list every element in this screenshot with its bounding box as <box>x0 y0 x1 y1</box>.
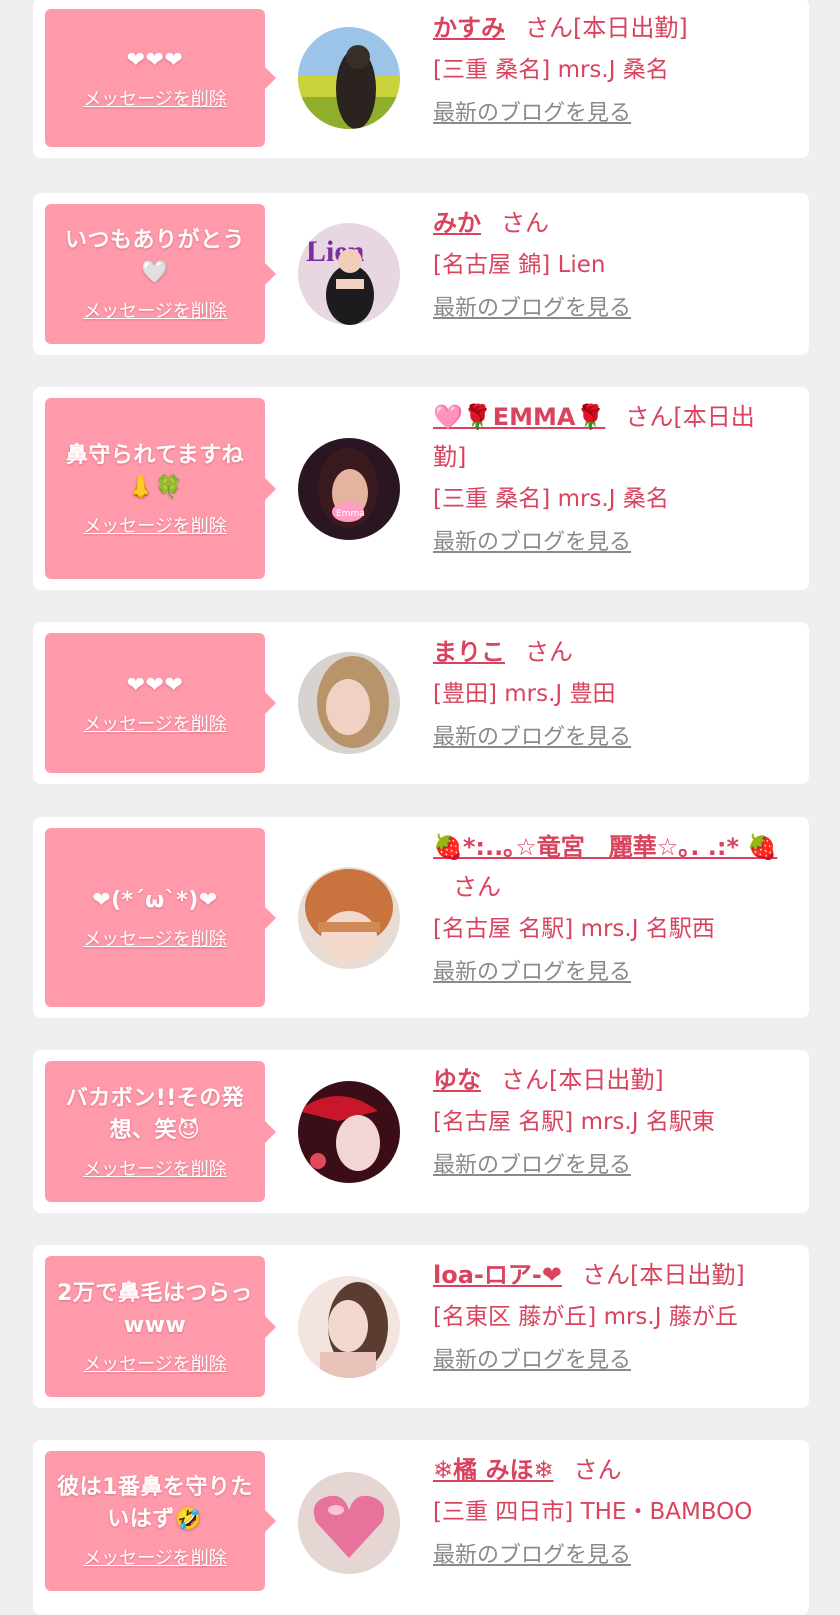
shop-label: [名古屋 名駅] mrs.J 名駅東 <box>433 1109 715 1135</box>
card-info: 🩷🌹EMMA🌹 さん[本日出勤] [三重 桑名] mrs.J 桑名 最新のブログを… <box>433 397 785 559</box>
message-text: ❤(*´ω`*)❤ <box>92 887 218 913</box>
avatar[interactable] <box>298 1080 400 1183</box>
message-text: 2万で鼻毛はつらっ www <box>57 1280 253 1338</box>
delete-message-link[interactable]: メッセージを削除 <box>83 1350 227 1376</box>
delete-message-link[interactable]: メッセージを削除 <box>83 925 227 951</box>
shop-label: [三重 四日市] THE・BAMBOO <box>433 1499 753 1525</box>
latest-blog-link[interactable]: 最新のブログを見る <box>433 1345 631 1377</box>
avatar[interactable] <box>298 27 400 129</box>
latest-blog-link[interactable]: 最新のブログを見る <box>433 722 631 754</box>
message-text: 鼻守られてますね 👃🍀 <box>65 442 245 500</box>
message-list: ❤❤❤ メッセージを削除 かすみ さん[本日出勤] [三重 桑名] mrs.J 桑… <box>0 0 840 1615</box>
latest-blog-link[interactable]: 最新のブログを見る <box>433 1540 631 1572</box>
latest-blog-link[interactable]: 最新のブログを見る <box>433 293 631 325</box>
card-info: ❄橘 みほ❄ さん [三重 四日市] THE・BAMBOO 最新のブログを見る <box>433 1450 785 1572</box>
cast-suffix: さん <box>453 873 501 901</box>
message-bubble: 彼は1番鼻を守りた いはず🤣 メッセージを削除 <box>45 1451 276 1591</box>
shop-label: [名東区 藤が丘] mrs.J 藤が丘 <box>433 1304 738 1330</box>
shop-label: [三重 桑名] mrs.J 桑名 <box>433 57 669 83</box>
cast-name-link[interactable]: ❄橘 みほ❄ <box>433 1456 554 1484</box>
cast-name-link[interactable]: まりこ <box>433 638 505 666</box>
card-info: みか さん [名古屋 錦] Lien 最新のブログを見る <box>433 203 785 325</box>
message-card: ❤❤❤ メッセージを削除 かすみ さん[本日出勤] [三重 桑名] mrs.J 桑… <box>33 0 809 158</box>
cast-suffix: さん[本日出勤] <box>501 1066 664 1094</box>
message-card: ❤(*´ω`*)❤ メッセージを削除 🍓*:..｡☆竜宮 麗華☆｡. .:* 🍓… <box>33 817 809 1018</box>
message-text: 彼は1番鼻を守りた いはず🤣 <box>57 1475 253 1532</box>
message-bubble: ❤❤❤ メッセージを削除 <box>45 9 276 147</box>
cast-suffix: さん[本日出勤] <box>525 14 688 42</box>
message-text: いつもありがとう 🤍 <box>64 228 245 285</box>
cast-suffix: さん[本日出勤] <box>581 1261 745 1289</box>
delete-message-link[interactable]: メッセージを削除 <box>83 1155 227 1181</box>
message-text: バカボン!!その発 想、笑😈 <box>65 1085 245 1143</box>
message-text: ❤❤❤ <box>126 673 184 698</box>
message-card: いつもありがとう 🤍 メッセージを削除 Lien みか さん [名古屋 錦] Li… <box>33 193 809 355</box>
cast-name-link[interactable]: ゆな <box>433 1066 481 1094</box>
latest-blog-link[interactable]: 最新のブログを見る <box>433 527 631 559</box>
avatar[interactable] <box>298 1275 400 1378</box>
shop-label: [三重 桑名] mrs.J 桑名 <box>433 486 669 512</box>
latest-blog-link[interactable]: 最新のブログを見る <box>433 98 631 130</box>
message-bubble: ❤(*´ω`*)❤ メッセージを削除 <box>45 828 276 1007</box>
delete-message-link[interactable]: メッセージを削除 <box>83 710 227 736</box>
cast-name-link[interactable]: かすみ <box>433 14 505 42</box>
message-bubble: 2万で鼻毛はつらっ www メッセージを削除 <box>45 1256 276 1397</box>
latest-blog-link[interactable]: 最新のブログを見る <box>433 957 631 989</box>
card-info: loa-ロア-❤ さん[本日出勤] [名東区 藤が丘] mrs.J 藤が丘 最新の… <box>433 1255 785 1377</box>
cast-suffix: さん <box>501 209 549 237</box>
card-info: かすみ さん[本日出勤] [三重 桑名] mrs.J 桑名 最新のブログを見る <box>433 8 785 130</box>
cast-name-link[interactable]: 🍓*:..｡☆竜宮 麗華☆｡. .:* 🍓 <box>433 833 777 861</box>
shop-label: [豊田] mrs.J 豊田 <box>433 681 616 707</box>
card-info: まりこ さん [豊田] mrs.J 豊田 最新のブログを見る <box>433 632 785 754</box>
cast-name-link[interactable]: みか <box>433 209 481 237</box>
message-card: 2万で鼻毛はつらっ www メッセージを削除 loa-ロア-❤ さん[本日出勤] … <box>33 1245 809 1408</box>
delete-message-link[interactable]: メッセージを削除 <box>83 85 227 111</box>
message-bubble: 鼻守られてますね 👃🍀 メッセージを削除 <box>45 398 276 579</box>
message-bubble: バカボン!!その発 想、笑😈 メッセージを削除 <box>45 1061 276 1202</box>
card-info: 🍓*:..｡☆竜宮 麗華☆｡. .:* 🍓 さん [名古屋 名駅] mrs.J 名… <box>433 827 785 989</box>
shop-label: [名古屋 錦] Lien <box>433 252 606 278</box>
avatar[interactable] <box>298 652 400 754</box>
svg-text:Emma: Emma <box>336 509 365 519</box>
shop-label: [名古屋 名駅] mrs.J 名駅西 <box>433 916 715 942</box>
delete-message-link[interactable]: メッセージを削除 <box>83 1544 227 1570</box>
delete-message-link[interactable]: メッセージを削除 <box>83 297 227 323</box>
card-info: ゆな さん[本日出勤] [名古屋 名駅] mrs.J 名駅東 最新のブログを見る <box>433 1060 785 1182</box>
avatar[interactable]: Lien <box>298 223 400 325</box>
delete-message-link[interactable]: メッセージを削除 <box>83 512 227 538</box>
message-card: バカボン!!その発 想、笑😈 メッセージを削除 ゆな さん[本日出勤] [名古屋 … <box>33 1050 809 1213</box>
message-bubble: ❤❤❤ メッセージを削除 <box>45 633 276 773</box>
message-card: ❤❤❤ メッセージを削除 まりこ さん [豊田] mrs.J 豊田 最新のブログを… <box>33 622 809 784</box>
message-bubble: いつもありがとう 🤍 メッセージを削除 <box>45 204 276 344</box>
message-card: 彼は1番鼻を守りた いはず🤣 メッセージを削除 ❄橘 みほ❄ さん [三重 四日市… <box>33 1440 809 1615</box>
message-text: ❤❤❤ <box>126 48 184 73</box>
avatar[interactable]: Emma <box>298 437 400 540</box>
avatar[interactable] <box>298 1472 400 1574</box>
cast-name-link[interactable]: loa-ロア-❤ <box>433 1261 562 1289</box>
avatar[interactable] <box>298 866 400 969</box>
cast-name-link[interactable]: 🩷🌹EMMA🌹 <box>433 403 605 431</box>
latest-blog-link[interactable]: 最新のブログを見る <box>433 1150 631 1182</box>
message-card: 鼻守られてますね 👃🍀 メッセージを削除 Emma 🩷🌹EMMA🌹 さん[本日出勤… <box>33 387 809 590</box>
cast-suffix: さん <box>573 1456 622 1484</box>
cast-suffix: さん <box>525 638 573 666</box>
